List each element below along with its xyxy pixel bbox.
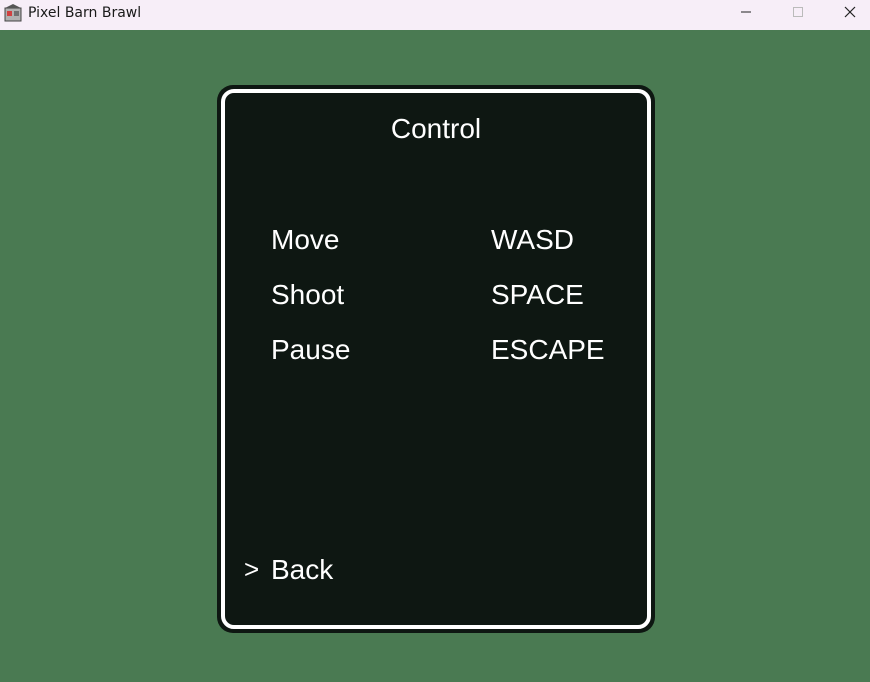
binding-action-shoot: Shoot [271,279,345,310]
title-bar: Pixel Barn Brawl [0,0,870,30]
binding-action-move: Move [271,224,340,255]
window-title: Pixel Barn Brawl [28,5,142,21]
maximize-button[interactable] [772,0,824,24]
minimize-button[interactable] [720,0,772,24]
back-menu-item[interactable]: Back [271,554,333,586]
game-window: Pixel Barn Brawl Control Move WASD Shoot… [0,0,870,682]
minimize-icon [741,11,751,13]
binding-key-shoot: SPACE [491,279,584,310]
selection-cursor: > [244,554,260,584]
panel-title: Control [390,113,482,144]
app-icon [4,4,22,22]
maximize-icon [793,7,803,17]
close-icon [844,6,856,18]
binding-key-pause: ESCAPE [491,334,605,365]
close-button[interactable] [824,0,870,24]
binding-action-pause: Pause [271,334,351,365]
binding-key-move: WASD [491,224,574,255]
